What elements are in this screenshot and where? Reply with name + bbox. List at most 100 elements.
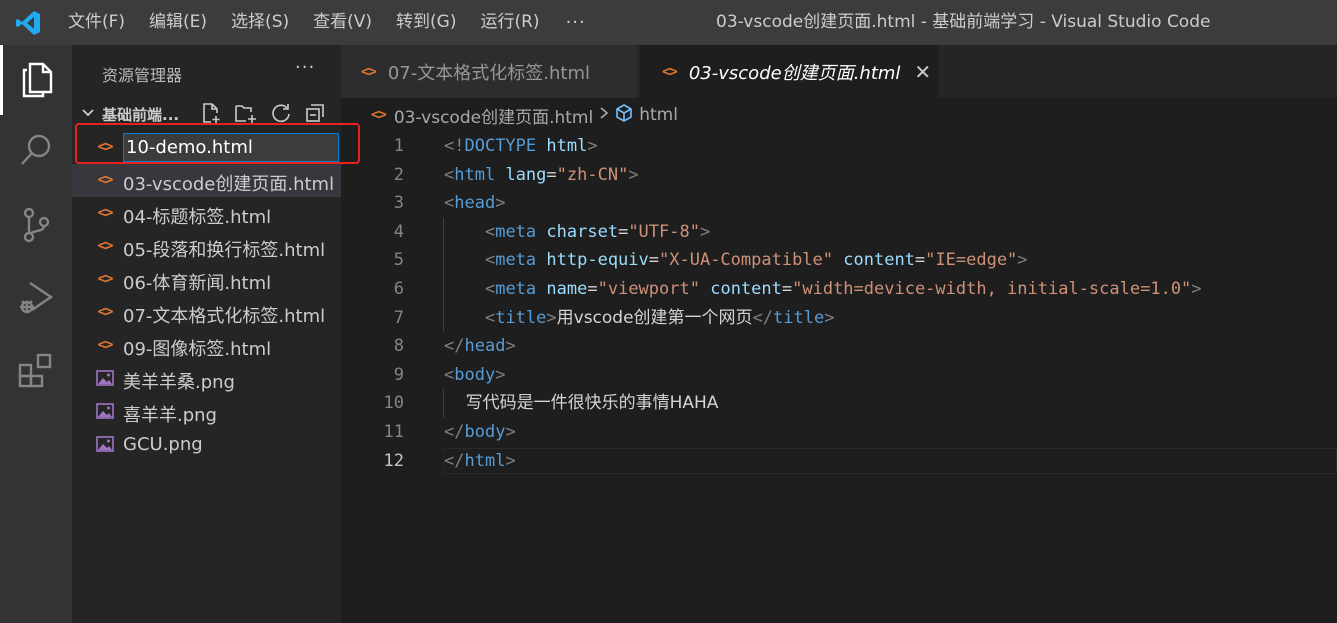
search-icon[interactable]	[0, 115, 72, 185]
file-item[interactable]: GCU.png	[72, 428, 341, 461]
folder-header[interactable]: 基础前端...	[72, 100, 341, 130]
new-file-icon[interactable]	[200, 102, 222, 128]
file-item[interactable]: <> 04-标题标签.html	[72, 197, 341, 230]
code-token: "width=device-width, initial-scale=1.0"	[792, 279, 1192, 299]
code-line[interactable]: 5 <meta http-equiv="X-UA-Compatible" con…	[341, 246, 1337, 275]
code-line[interactable]: 2 <html lang="zh-CN">	[341, 161, 1337, 190]
refresh-icon[interactable]	[270, 102, 292, 128]
menu-edit[interactable]: 编辑(E)	[137, 0, 219, 45]
code-line[interactable]: 4 <meta charset="UTF-8">	[341, 218, 1337, 247]
code-token: >	[495, 193, 506, 214]
file-name: 09-图像标签.html	[123, 339, 272, 360]
source-control-icon[interactable]	[0, 190, 72, 260]
code-token: <!	[444, 136, 465, 156]
code-token: DOCTYPE	[464, 136, 537, 156]
file-item[interactable]: <> 07-文本格式化标签.html	[72, 296, 341, 329]
code-line[interactable]: 8 </head>	[341, 332, 1337, 361]
image-file-icon	[96, 402, 114, 420]
code-token: "UTF-8"	[628, 221, 700, 242]
code-text: <body>	[444, 361, 505, 389]
line-number: 11	[383, 422, 404, 442]
code-token: "IE=edge"	[925, 250, 1018, 271]
code-token: charset	[546, 221, 619, 242]
collapse-all-icon[interactable]	[304, 102, 326, 128]
code-text: <head>	[444, 189, 505, 217]
code-text: </body>	[444, 418, 516, 446]
file-item[interactable]: <> 05-段落和换行标签.html	[72, 230, 341, 263]
menu-file[interactable]: 文件(F)	[56, 0, 137, 45]
html-file-icon: <>	[662, 63, 678, 80]
file-name: 05-段落和换行标签.html	[123, 240, 326, 261]
code-token: >	[505, 336, 516, 357]
menu-run[interactable]: 运行(R)	[468, 0, 551, 45]
tab-07[interactable]: <> 07-文本格式化标签.html	[341, 45, 638, 98]
code-token: meta	[495, 250, 537, 271]
code-token: name	[546, 279, 588, 299]
file-item[interactable]: <> 06-体育新闻.html	[72, 263, 341, 296]
code-token: =	[546, 164, 557, 185]
file-item[interactable]: 喜羊羊.png	[72, 395, 341, 428]
code-token: head	[454, 193, 496, 214]
explorer-more-button[interactable]: ···	[295, 57, 315, 78]
code-text: <meta name="viewport" content="width=dev…	[444, 275, 1202, 303]
code-text: <title>用vscode创建第一个网页</title>	[444, 304, 835, 332]
code-token: "zh-CN"	[556, 164, 629, 185]
code-token: >	[546, 307, 557, 328]
html-file-icon: <>	[361, 63, 377, 80]
line-number: 8	[393, 336, 404, 357]
tab-03-active[interactable]: <> 03-vscode创建页面.html ✕	[640, 45, 938, 98]
explorer-icon[interactable]	[0, 45, 72, 115]
code-token: >	[824, 307, 835, 328]
line-number: 5	[393, 250, 404, 271]
code-line[interactable]: 6 <meta name="viewport" content="width=d…	[341, 275, 1337, 304]
file-item[interactable]: <> 09-图像标签.html	[72, 329, 341, 362]
rename-input[interactable]	[123, 133, 339, 162]
menu-more-button[interactable]: ···	[552, 12, 600, 33]
code-line[interactable]: 7 <title>用vscode创建第一个网页</title>	[341, 304, 1337, 333]
code-text: <!DOCTYPE html>	[444, 132, 598, 160]
code-line[interactable]: 12 </html>	[341, 447, 1337, 476]
file-item[interactable]: 美羊羊桑.png	[72, 362, 341, 395]
code-token: title	[495, 307, 547, 328]
chevron-down-icon[interactable]	[80, 104, 96, 124]
breadcrumb-file[interactable]: 03-vscode创建页面.html	[394, 103, 593, 128]
rename-row[interactable]: <>	[72, 131, 341, 164]
code-token: </	[444, 450, 465, 471]
file-item[interactable]: <> 03-vscode创建页面.html	[72, 164, 341, 197]
code-token: =	[781, 279, 793, 299]
code-line[interactable]: 9 <body>	[341, 361, 1337, 390]
code-editor[interactable]: 1 <!DOCTYPE html> 2 <html lang="zh-CN"> 3 <he…	[341, 132, 1337, 623]
code-token: "viewport"	[597, 279, 700, 299]
extensions-icon[interactable]	[0, 335, 72, 405]
code-text: 写代码是一件很快乐的事情HAHA	[444, 389, 719, 417]
breadcrumb-symbol[interactable]: html	[639, 105, 678, 125]
code-token: =	[914, 250, 926, 271]
menu-go[interactable]: 转到(G)	[384, 0, 468, 45]
code-token: html	[464, 450, 506, 471]
line-number: 10	[383, 393, 404, 414]
line-number: 6	[393, 279, 404, 299]
code-line[interactable]: 10 写代码是一件很快乐的事情HAHA	[341, 389, 1337, 418]
code-line[interactable]: 3 <head>	[341, 189, 1337, 218]
menu-selection[interactable]: 选择(S)	[219, 0, 301, 45]
chevron-right-icon	[599, 105, 609, 125]
editor-tab-bar: <> 07-文本格式化标签.html <> 03-vscode创建页面.html…	[341, 45, 1337, 98]
code-token: http-equiv	[546, 250, 649, 271]
code-token: >	[505, 422, 516, 442]
code-token: html	[454, 164, 496, 185]
code-token: <	[444, 193, 455, 214]
code-line[interactable]: 11 </body>	[341, 418, 1337, 447]
run-debug-icon[interactable]	[0, 263, 72, 333]
activity-bar	[0, 45, 72, 623]
code-token: <	[444, 364, 455, 385]
code-line[interactable]: 1 <!DOCTYPE html>	[341, 132, 1337, 161]
vscode-logo-icon	[0, 0, 56, 45]
close-icon[interactable]: ✕	[914, 60, 931, 84]
code-token: >	[587, 136, 598, 156]
new-folder-icon[interactable]	[234, 102, 258, 128]
menu-view[interactable]: 查看(V)	[301, 0, 384, 45]
